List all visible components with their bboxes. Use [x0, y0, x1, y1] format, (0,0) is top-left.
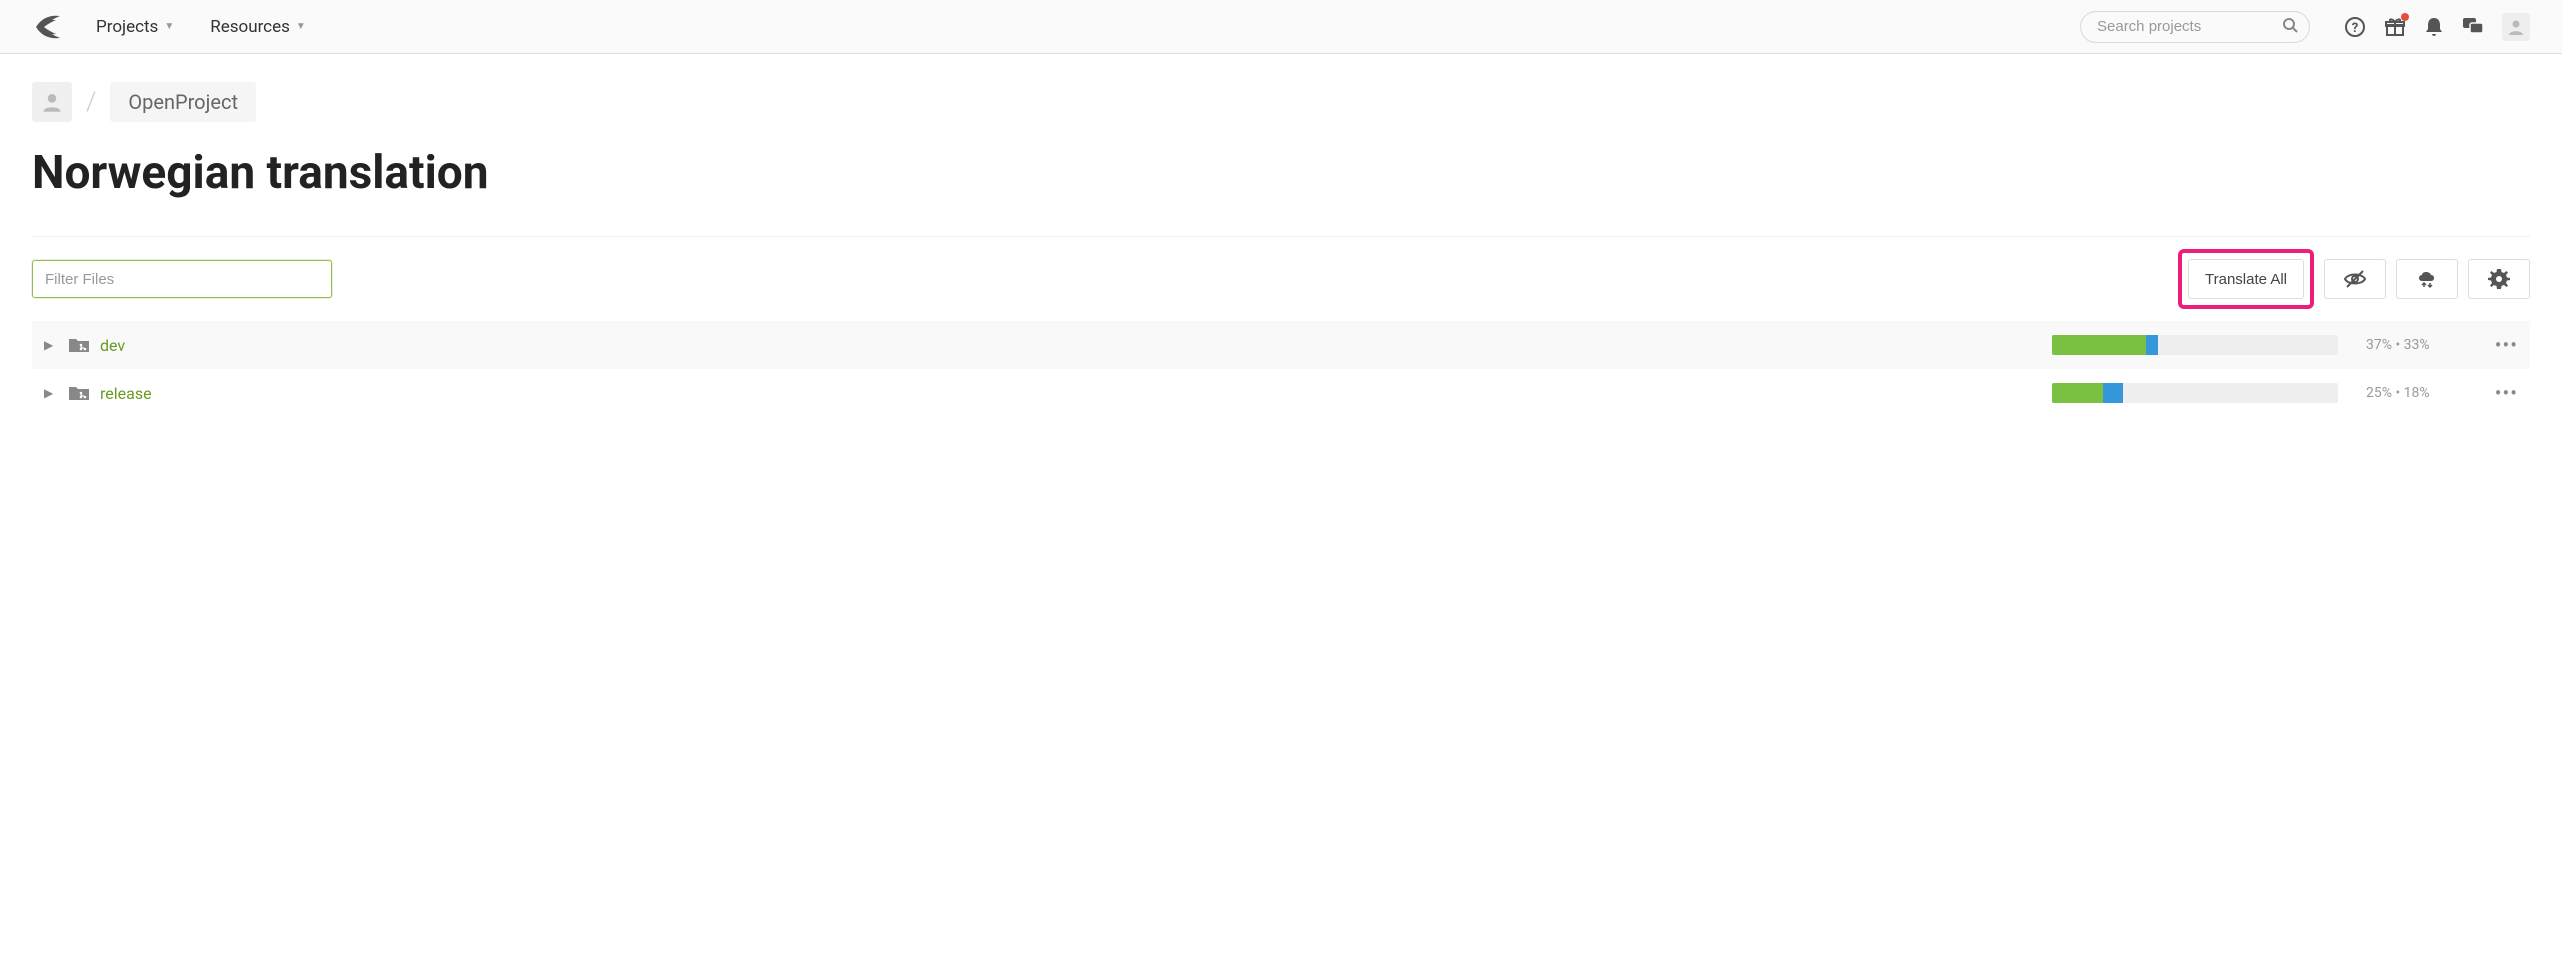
file-row: ▶ dev 37% • 33%•••	[32, 321, 2530, 369]
main-content: / OpenProject Norwegian translation Tran…	[0, 54, 2562, 445]
progress-translated	[2146, 335, 2157, 355]
project-avatar[interactable]	[32, 82, 72, 122]
file-row: ▶ release 25% • 18%•••	[32, 369, 2530, 417]
file-name[interactable]: dev	[100, 336, 125, 355]
progress-translated	[2103, 383, 2123, 403]
expand-icon[interactable]: ▶	[44, 386, 64, 400]
user-avatar[interactable]	[2502, 13, 2530, 41]
svg-text:?: ?	[2352, 21, 2358, 36]
logo[interactable]	[32, 12, 68, 42]
translate-all-button[interactable]: Translate All	[2188, 259, 2304, 299]
search-wrap	[2080, 11, 2310, 43]
progress-approved	[2052, 335, 2146, 355]
file-list: ▶dev37% • 33%•••▶release25% • 18%•••	[32, 321, 2530, 417]
progress-stats: 37% • 33%	[2338, 337, 2468, 353]
help-icon[interactable]: ?	[2344, 16, 2366, 38]
nav-projects-label: Projects	[96, 17, 158, 37]
gear-icon	[2488, 268, 2510, 290]
visibility-button[interactable]	[2324, 259, 2386, 299]
row-menu-icon[interactable]: •••	[2468, 381, 2518, 405]
caret-down-icon: ▼	[164, 21, 174, 32]
progress-bar	[2052, 383, 2338, 403]
file-name[interactable]: release	[100, 384, 152, 403]
folder-branch-icon	[68, 384, 90, 402]
progress-approved	[2052, 383, 2103, 403]
gift-icon[interactable]	[2384, 16, 2406, 38]
sync-button[interactable]	[2396, 259, 2458, 299]
folder-branch-icon	[68, 336, 90, 354]
progress-bar	[2052, 335, 2338, 355]
top-bar: Projects ▼ Resources ▼ ?	[0, 0, 2562, 54]
filter-files-input[interactable]	[32, 260, 332, 298]
eye-off-icon	[2343, 269, 2367, 289]
notification-dot	[2401, 13, 2409, 21]
bell-icon[interactable]	[2424, 16, 2444, 38]
nav-resources-label: Resources	[210, 17, 290, 37]
cloud-sync-icon	[2415, 269, 2439, 289]
settings-button[interactable]	[2468, 259, 2530, 299]
search-input[interactable]	[2080, 11, 2310, 43]
nav-resources[interactable]: Resources ▼	[210, 17, 306, 37]
translate-all-label: Translate All	[2205, 271, 2287, 288]
messages-icon[interactable]	[2462, 17, 2484, 37]
expand-icon[interactable]: ▶	[44, 338, 64, 352]
nav-projects[interactable]: Projects ▼	[96, 17, 174, 37]
breadcrumb-project[interactable]: OpenProject	[110, 82, 256, 122]
caret-down-icon: ▼	[296, 21, 306, 32]
page-title: Norwegian translation	[32, 146, 2530, 200]
translate-all-highlight: Translate All	[2178, 249, 2314, 309]
breadcrumb: / OpenProject	[32, 82, 2530, 122]
progress-stats: 25% • 18%	[2338, 385, 2468, 401]
row-menu-icon[interactable]: •••	[2468, 333, 2518, 357]
breadcrumb-separator: /	[86, 87, 96, 117]
toolbar: Translate All	[32, 236, 2530, 321]
